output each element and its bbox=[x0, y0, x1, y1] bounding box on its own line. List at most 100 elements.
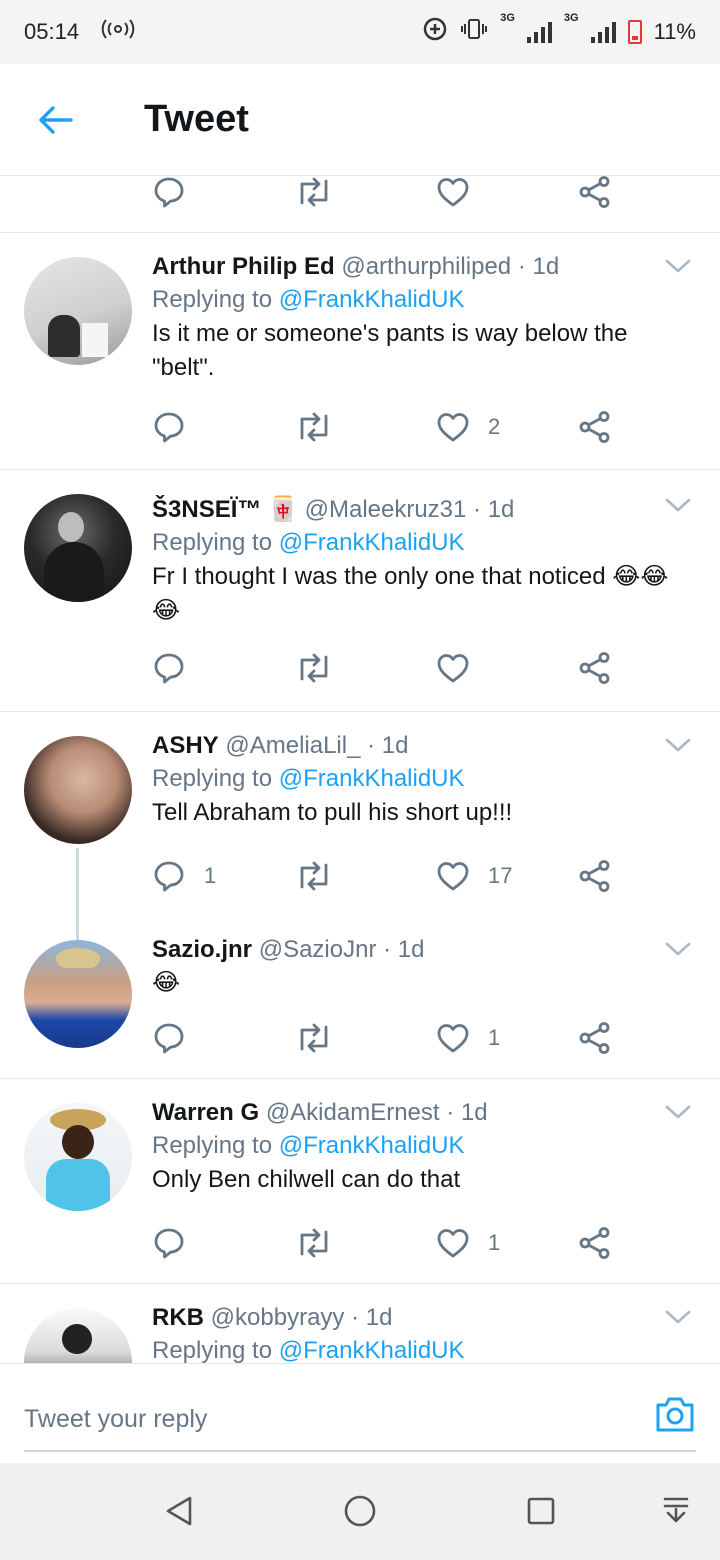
retweet-icon bbox=[294, 176, 334, 209]
reply-input[interactable]: Tweet your reply bbox=[24, 1388, 696, 1452]
author-name[interactable]: Arthur Philip Ed bbox=[152, 253, 335, 280]
avatar[interactable] bbox=[24, 940, 132, 1048]
reply-button[interactable] bbox=[152, 1226, 294, 1260]
chevron-down-icon[interactable] bbox=[664, 1308, 692, 1326]
reply-button[interactable] bbox=[152, 410, 294, 444]
replying-to-mention[interactable]: @FrankKhalidUK bbox=[279, 1132, 465, 1159]
reply-button[interactable]: 1 bbox=[152, 859, 294, 893]
chevron-down-icon[interactable] bbox=[664, 940, 692, 958]
like-button[interactable] bbox=[436, 651, 578, 685]
retweet-button[interactable] bbox=[294, 1021, 436, 1055]
replying-to-mention[interactable]: @FrankKhalidUK bbox=[279, 529, 465, 556]
reply-button[interactable] bbox=[152, 651, 294, 685]
like-count: 2 bbox=[488, 414, 501, 439]
nav-notifications-button[interactable] bbox=[662, 1495, 690, 1534]
nav-home-button[interactable] bbox=[343, 1494, 377, 1533]
tweet-item[interactable]: Š3NSEÏ™ 🀄 @Maleekruz31 · 1d Replying to … bbox=[0, 470, 720, 712]
battery-level: 11% bbox=[653, 19, 696, 44]
chevron-down-icon[interactable] bbox=[664, 496, 692, 514]
reply-button[interactable] bbox=[152, 1021, 294, 1055]
replying-label: Replying to bbox=[152, 1337, 273, 1363]
nav-recents-icon bbox=[527, 1497, 555, 1525]
tweet-item[interactable]: RKB @kobbyrayy · 1d Replying to @FrankKh… bbox=[0, 1284, 720, 1363]
vibrate-icon bbox=[460, 18, 488, 46]
author-handle: @arthurphiliped bbox=[341, 253, 512, 280]
nav-back-button[interactable] bbox=[164, 1495, 194, 1532]
nav-recents-button[interactable] bbox=[526, 1496, 556, 1531]
author-handle: @Maleekruz31 bbox=[304, 496, 467, 523]
author-name[interactable]: Š3NSEÏ™ bbox=[152, 496, 261, 523]
chevron-down-icon[interactable] bbox=[664, 257, 692, 275]
share-button[interactable] bbox=[578, 1021, 720, 1055]
share-icon bbox=[578, 176, 612, 209]
retweet-button[interactable] bbox=[294, 859, 436, 893]
replying-label: Replying to bbox=[152, 765, 273, 792]
retweet-button[interactable] bbox=[294, 1226, 436, 1260]
retweet-button[interactable] bbox=[294, 651, 436, 685]
nav-home-icon bbox=[344, 1495, 376, 1527]
back-button[interactable] bbox=[0, 64, 112, 176]
nav-pull-down-icon bbox=[663, 1497, 689, 1523]
back-arrow-icon bbox=[39, 105, 73, 134]
battery-icon bbox=[627, 20, 642, 44]
reply-composer: Tweet your reply bbox=[0, 1363, 720, 1463]
reply-icon bbox=[152, 1021, 186, 1055]
avatar[interactable] bbox=[24, 736, 132, 844]
replying-to-mention[interactable]: @FrankKhalidUK bbox=[279, 1337, 465, 1363]
tweet-time: · 1d bbox=[517, 253, 560, 280]
tweet-time: · 1d bbox=[351, 1304, 393, 1331]
share-button[interactable] bbox=[578, 1226, 720, 1260]
avatar[interactable] bbox=[24, 257, 132, 365]
share-icon bbox=[578, 1021, 612, 1055]
tweet-thread[interactable]: ASHY @AmeliaLil_ · 1d Replying to @Frank… bbox=[0, 712, 720, 1079]
like-icon bbox=[436, 859, 470, 893]
share-icon bbox=[578, 859, 612, 893]
status-time: 05:14 bbox=[24, 19, 80, 44]
like-button[interactable]: 1 bbox=[436, 1021, 578, 1055]
like-count: 1 bbox=[488, 1230, 501, 1255]
share-button[interactable] bbox=[578, 651, 720, 685]
replies-feed[interactable]: Arthur Philip Ed @arthurphiliped · 1d Re… bbox=[0, 176, 720, 1363]
data-saver-icon bbox=[422, 16, 448, 48]
tweet-text: Only Ben chilwell can do that bbox=[152, 1166, 461, 1193]
retweet-button[interactable] bbox=[294, 176, 436, 209]
reply-button[interactable] bbox=[152, 176, 294, 209]
tweet-item[interactable]: Warren G @AkidamErnest · 1d Replying to … bbox=[0, 1079, 720, 1284]
tweet-time: · 1d bbox=[383, 936, 425, 963]
share-icon bbox=[578, 1226, 612, 1260]
author-name[interactable]: Warren G bbox=[152, 1099, 259, 1126]
tweet-text: Tell Abraham to pull his short up!!! bbox=[152, 799, 513, 826]
replying-to-mention[interactable]: @FrankKhalidUK bbox=[279, 286, 465, 313]
tweet-text: Fr I thought I was the only one that not… bbox=[152, 563, 669, 624]
share-button[interactable] bbox=[578, 859, 720, 893]
author-name[interactable]: RKB bbox=[152, 1304, 204, 1331]
replying-to-mention[interactable]: @FrankKhalidUK bbox=[279, 765, 465, 792]
author-name[interactable]: ASHY bbox=[152, 732, 219, 759]
system-nav-bar bbox=[0, 1463, 720, 1560]
reply-input-placeholder: Tweet your reply bbox=[24, 1404, 208, 1433]
like-button[interactable] bbox=[436, 176, 578, 209]
like-button[interactable]: 17 bbox=[436, 859, 578, 893]
share-icon bbox=[578, 651, 612, 685]
reply-icon bbox=[152, 176, 186, 209]
replying-label: Replying to bbox=[152, 529, 273, 556]
avatar[interactable] bbox=[24, 1103, 132, 1211]
like-button[interactable]: 2 bbox=[436, 410, 578, 444]
avatar[interactable] bbox=[24, 494, 132, 602]
camera-button[interactable] bbox=[654, 1394, 696, 1439]
retweet-icon bbox=[294, 1226, 334, 1260]
name-badge: 🀄 bbox=[268, 496, 298, 523]
author-name[interactable]: Sazio.jnr bbox=[152, 936, 252, 963]
avatar[interactable] bbox=[24, 1308, 132, 1363]
chevron-down-icon[interactable] bbox=[664, 1103, 692, 1121]
replying-label: Replying to bbox=[152, 286, 273, 313]
like-count: 1 bbox=[488, 1025, 501, 1050]
signal-icon bbox=[526, 21, 552, 43]
share-button[interactable] bbox=[578, 410, 720, 444]
retweet-button[interactable] bbox=[294, 410, 436, 444]
like-button[interactable]: 1 bbox=[436, 1226, 578, 1260]
network-type-2: 3G bbox=[563, 12, 579, 24]
chevron-down-icon[interactable] bbox=[664, 736, 692, 754]
share-button[interactable] bbox=[578, 176, 720, 209]
tweet-item[interactable]: Arthur Philip Ed @arthurphiliped · 1d Re… bbox=[0, 233, 720, 470]
